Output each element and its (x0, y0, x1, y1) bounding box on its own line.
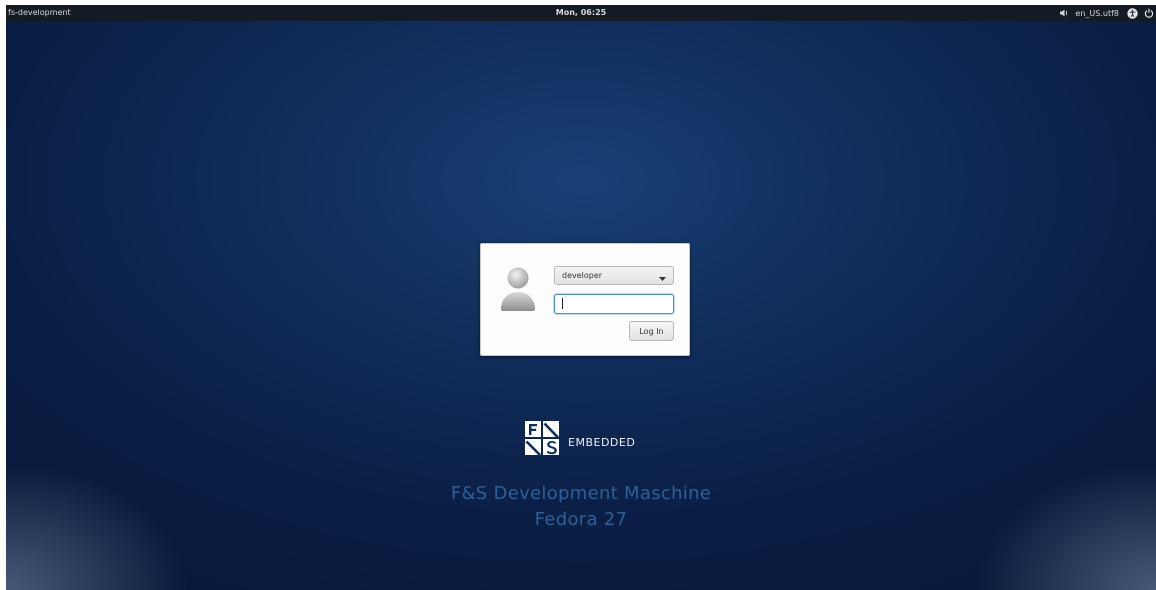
text-cursor (562, 298, 563, 309)
login-screen: fs-development Mon, 06:25 en_US.utf8 dev… (6, 5, 1156, 590)
clock[interactable]: Mon, 06:25 (6, 8, 1156, 17)
user-avatar-icon (499, 264, 537, 312)
chevron-down-icon (659, 274, 666, 283)
password-field[interactable] (554, 294, 674, 314)
logo-text: EMBEDDED (568, 435, 636, 449)
top-bar: fs-development Mon, 06:25 en_US.utf8 (6, 5, 1156, 21)
login-dialog: developer Log In (480, 243, 690, 356)
selected-user-label: developer (562, 271, 603, 280)
fs-embedded-logo: EMBEDDED (524, 420, 635, 458)
volume-icon[interactable] (1059, 8, 1069, 18)
power-icon[interactable] (1144, 8, 1154, 18)
log-in-button[interactable]: Log In (629, 321, 674, 341)
system-tray: en_US.utf8 (1059, 6, 1154, 20)
fs-logo-icon (525, 421, 559, 456)
machine-title: F&S Development Maschine (450, 483, 712, 504)
accessibility-icon[interactable] (1127, 7, 1138, 19)
user-select-dropdown[interactable]: developer (554, 266, 674, 285)
locale-indicator[interactable]: en_US.utf8 (1075, 9, 1119, 18)
os-subtitle: Fedora 27 (534, 509, 628, 530)
